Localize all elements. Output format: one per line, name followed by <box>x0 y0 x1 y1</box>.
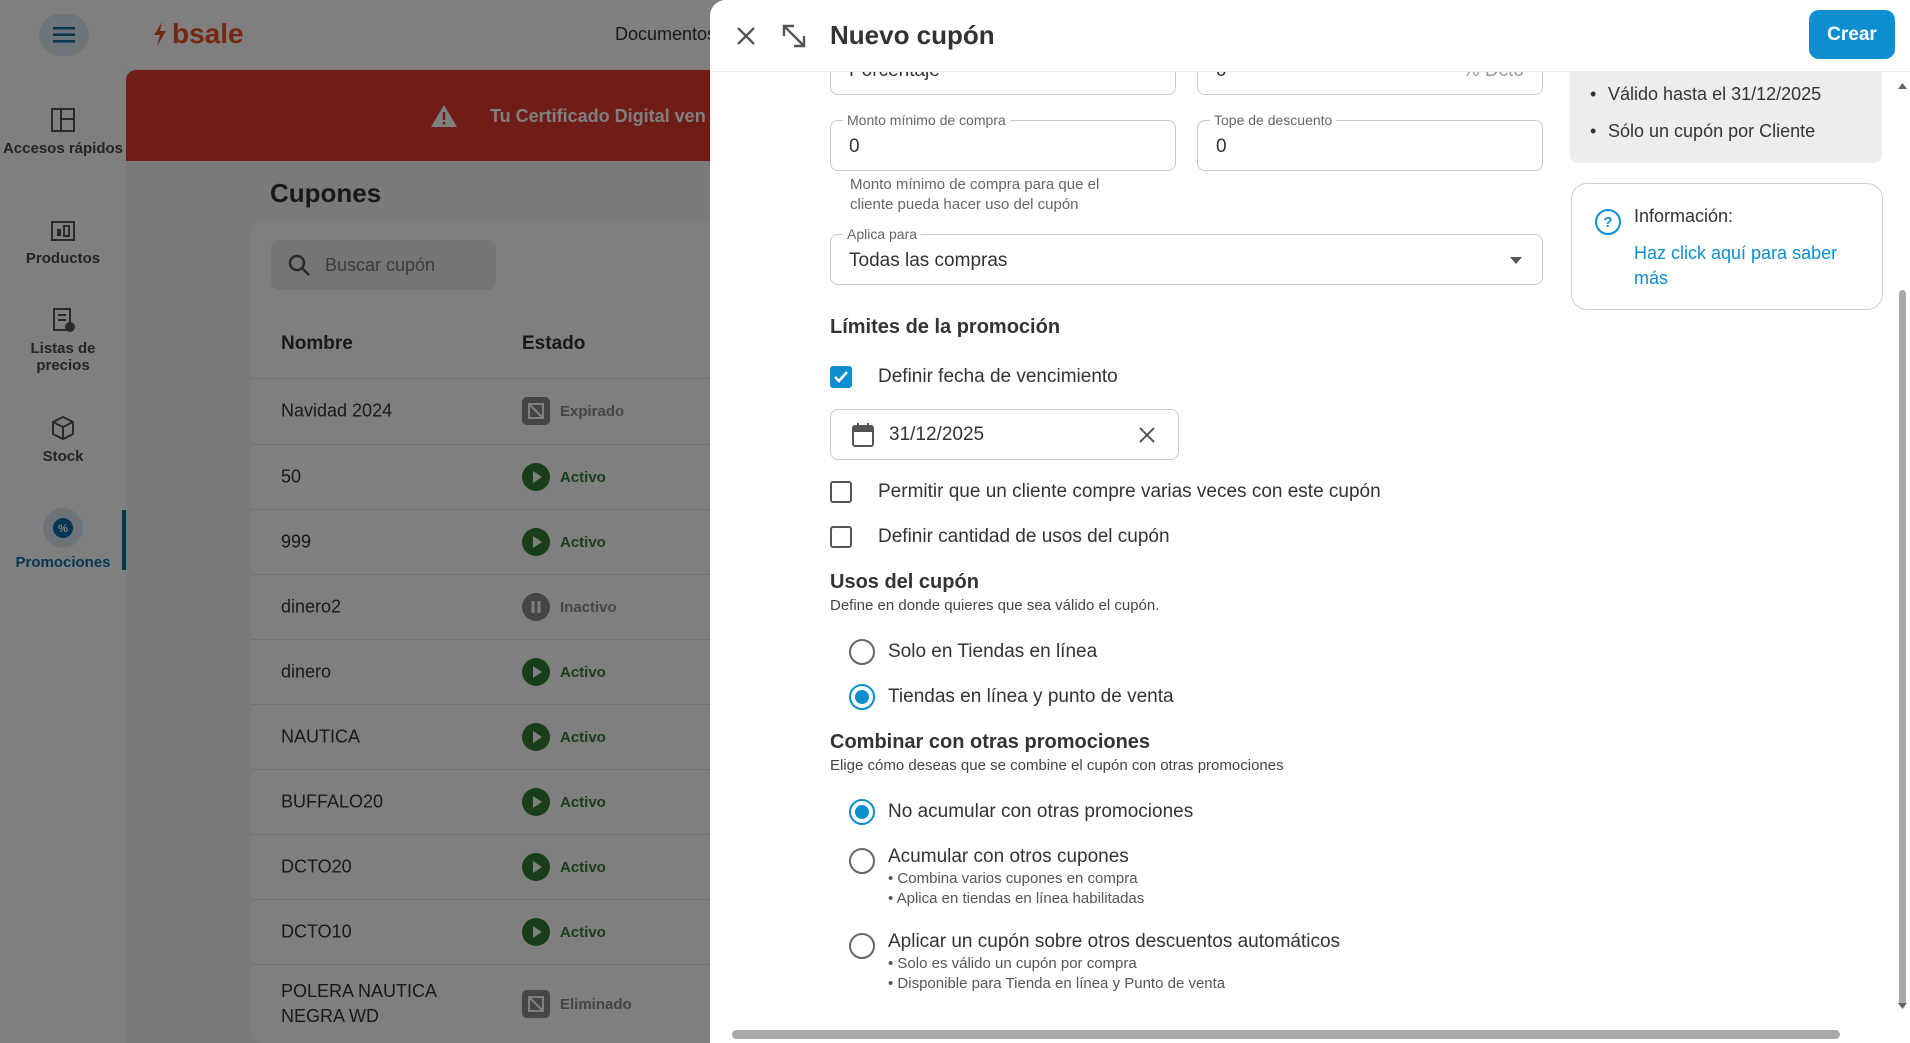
vertical-scroll-thumb[interactable] <box>1899 290 1906 1006</box>
horizontal-scroll-thumb[interactable] <box>732 1030 1840 1039</box>
combine-subtitle: Elige cómo deseas que se combine el cupó… <box>830 757 1284 774</box>
check-icon <box>834 371 848 383</box>
uses-subtitle: Define en donde quieres que sea válido e… <box>830 597 1160 614</box>
combine-auto-discount-note: • Disponible para Tienda en línea y Punt… <box>888 975 1226 992</box>
expiry-date-field[interactable]: 31/12/2025 <box>830 409 1179 460</box>
info-link[interactable]: Haz click aquí para saber más <box>1634 241 1864 291</box>
discount-cap-field[interactable]: Tope de descuento 0 <box>1197 112 1543 171</box>
info-title: Información: <box>1634 206 1734 226</box>
min-purchase-value: 0 <box>849 136 860 157</box>
vertical-scrollbar[interactable] <box>1895 72 1910 1043</box>
uses-online-and-pos-label[interactable]: Tiendas en línea y punto de venta <box>888 686 1174 708</box>
multi-use-checkbox-label[interactable]: Permitir que un cliente compre varias ve… <box>878 481 1381 503</box>
svg-text:?: ? <box>1603 214 1612 231</box>
uses-online-only-radio[interactable] <box>849 639 875 665</box>
expiry-checkbox[interactable] <box>830 366 852 388</box>
combine-coupons-note: • Combina varios cupones en compra <box>888 870 1138 887</box>
combine-coupons-label[interactable]: Acumular con otros cupones <box>888 846 1129 868</box>
help-icon: ? <box>1595 209 1621 235</box>
combine-auto-discount-label[interactable]: Aplicar un cupón sobre otros descuentos … <box>888 931 1340 953</box>
chevron-down-icon <box>1510 257 1522 264</box>
applies-to-label: Aplica para <box>843 226 922 242</box>
multi-use-checkbox[interactable] <box>830 481 852 503</box>
uses-title: Usos del cupón <box>830 571 979 593</box>
close-button[interactable] <box>730 20 762 52</box>
drawer-title: Nuevo cupón <box>830 20 995 50</box>
clear-date-icon[interactable] <box>1138 426 1156 444</box>
usage-count-checkbox[interactable] <box>830 526 852 548</box>
coupon-summary: Válido hasta el 31/12/2025 Sólo un cupón… <box>1570 60 1882 163</box>
create-button[interactable]: Crear <box>1809 10 1895 59</box>
summary-item: Sólo un cupón por Cliente <box>1590 121 1815 142</box>
combine-coupons-note: • Aplica en tiendas en línea habilitadas <box>888 890 1145 907</box>
combine-none-radio[interactable] <box>849 799 875 825</box>
combine-auto-discount-radio[interactable] <box>849 933 875 959</box>
expand-icon <box>782 24 806 48</box>
new-coupon-drawer: Nuevo cupón Crear Porcentaje 0 % Dcto Mo… <box>710 0 1910 1043</box>
info-box: ? Información: Haz click aquí para saber… <box>1571 183 1883 310</box>
close-icon <box>737 27 755 45</box>
min-purchase-label: Monto mínimo de compra <box>843 112 1010 128</box>
scroll-down-icon <box>1898 1003 1907 1009</box>
expiry-checkbox-label[interactable]: Definir fecha de vencimiento <box>878 366 1118 388</box>
uses-online-only-label[interactable]: Solo en Tiendas en línea <box>888 641 1097 663</box>
discount-cap-label: Tope de descuento <box>1210 112 1337 128</box>
applies-to-select[interactable]: Aplica para Todas las compras <box>830 226 1543 285</box>
combine-title: Combinar con otras promociones <box>830 731 1151 753</box>
combine-auto-discount-note: • Solo es válido un cupón por compra <box>888 955 1137 972</box>
discount-cap-value: 0 <box>1216 136 1227 157</box>
limits-title: Límites de la promoción <box>830 316 1061 338</box>
drawer-header: Nuevo cupón Crear <box>710 0 1910 72</box>
usage-count-checkbox-label[interactable]: Definir cantidad de usos del cupón <box>878 526 1170 548</box>
expiry-date-value: 31/12/2025 <box>889 424 985 445</box>
min-purchase-hint: Monto mínimo de compra para que el clien… <box>850 176 1100 213</box>
calendar-icon <box>852 423 874 447</box>
min-purchase-field[interactable]: Monto mínimo de compra 0 <box>830 112 1176 171</box>
horizontal-scrollbar[interactable] <box>710 1025 1910 1043</box>
applies-to-value: Todas las compras <box>849 250 1008 271</box>
uses-online-and-pos-radio[interactable] <box>849 684 875 710</box>
scroll-up-icon <box>1898 83 1907 89</box>
expand-button[interactable] <box>778 20 810 52</box>
combine-none-label[interactable]: No acumular con otras promociones <box>888 801 1193 823</box>
combine-coupons-radio[interactable] <box>849 848 875 874</box>
summary-item: Válido hasta el 31/12/2025 <box>1590 84 1821 105</box>
